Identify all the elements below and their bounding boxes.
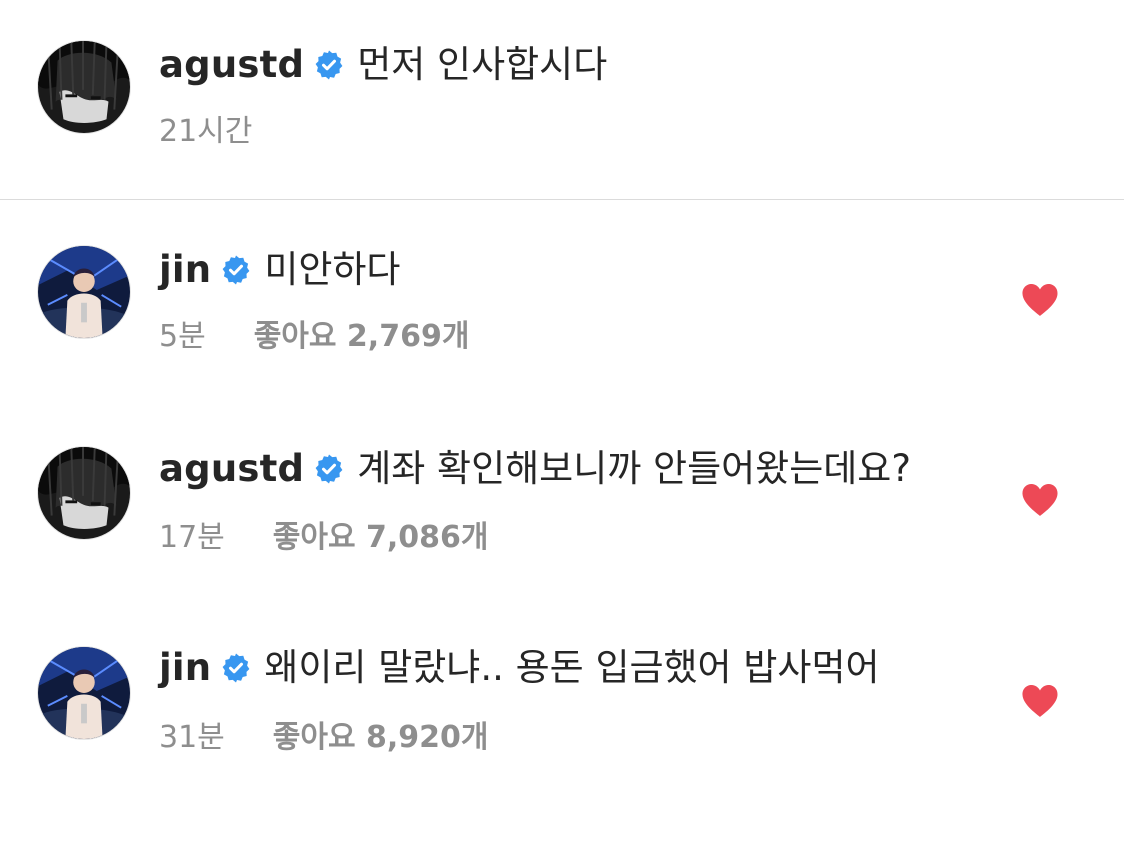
avatar-agustd[interactable] <box>37 40 131 134</box>
avatar-image <box>38 647 130 739</box>
verified-badge-icon <box>313 453 345 485</box>
verified-badge-icon <box>220 652 252 684</box>
comment-meta: 17분 좋아요 7,086개 <box>159 520 489 556</box>
avatar-jin[interactable] <box>37 646 131 740</box>
verified-badge-icon <box>220 254 252 286</box>
like-count[interactable]: 좋아요 8,920개 <box>273 720 489 756</box>
username[interactable]: agustd <box>159 447 304 491</box>
timestamp[interactable]: 31분 <box>159 720 225 756</box>
heart-icon[interactable] <box>1021 483 1059 517</box>
caption-line: agustd 먼저 인사합시다 <box>159 43 607 87</box>
timestamp[interactable]: 17분 <box>159 520 225 556</box>
avatar-image <box>38 41 130 133</box>
caption-text: 먼저 인사합시다 <box>357 43 608 86</box>
username[interactable]: jin <box>159 646 211 690</box>
avatar-agustd[interactable] <box>37 446 131 540</box>
comment-line: jin 왜이리 말랐냐.. 용돈 입금했어 밥사먹어 <box>159 646 880 690</box>
username[interactable]: agustd <box>159 43 304 87</box>
caption-meta: 21시간 <box>159 114 252 150</box>
username[interactable]: jin <box>159 248 211 292</box>
comment-item: jin 미안하다 5분 좋아요 2,769개 <box>0 200 1124 400</box>
comment-meta: 5분 좋아요 2,769개 <box>159 319 469 355</box>
comment-meta: 31분 좋아요 8,920개 <box>159 720 489 756</box>
comment-item: agustd 계좌 확인해보니까 안들어왔는데요? 17분 좋아요 7,086개 <box>0 400 1124 600</box>
heart-icon[interactable] <box>1021 684 1059 718</box>
comment-line: jin 미안하다 <box>159 248 400 292</box>
timestamp[interactable]: 5분 <box>159 319 206 355</box>
verified-badge-icon <box>313 49 345 81</box>
heart-icon[interactable] <box>1021 283 1059 317</box>
avatar-jin[interactable] <box>37 245 131 339</box>
comment-text: 미안하다 <box>264 248 401 291</box>
avatar-image <box>38 246 130 338</box>
avatar-image <box>38 447 130 539</box>
post-caption: agustd 먼저 인사합시다 21시간 <box>0 0 1124 200</box>
comment-item: jin 왜이리 말랐냐.. 용돈 입금했어 밥사먹어 31분 좋아요 8,920… <box>0 600 1124 800</box>
timestamp[interactable]: 21시간 <box>159 114 252 150</box>
comment-text: 계좌 확인해보니까 안들어왔는데요? <box>357 447 911 490</box>
like-count[interactable]: 좋아요 2,769개 <box>254 319 470 355</box>
comment-text: 왜이리 말랐냐.. 용돈 입금했어 밥사먹어 <box>264 646 880 689</box>
like-count[interactable]: 좋아요 7,086개 <box>273 520 489 556</box>
comment-line: agustd 계좌 확인해보니까 안들어왔는데요? <box>159 447 911 491</box>
